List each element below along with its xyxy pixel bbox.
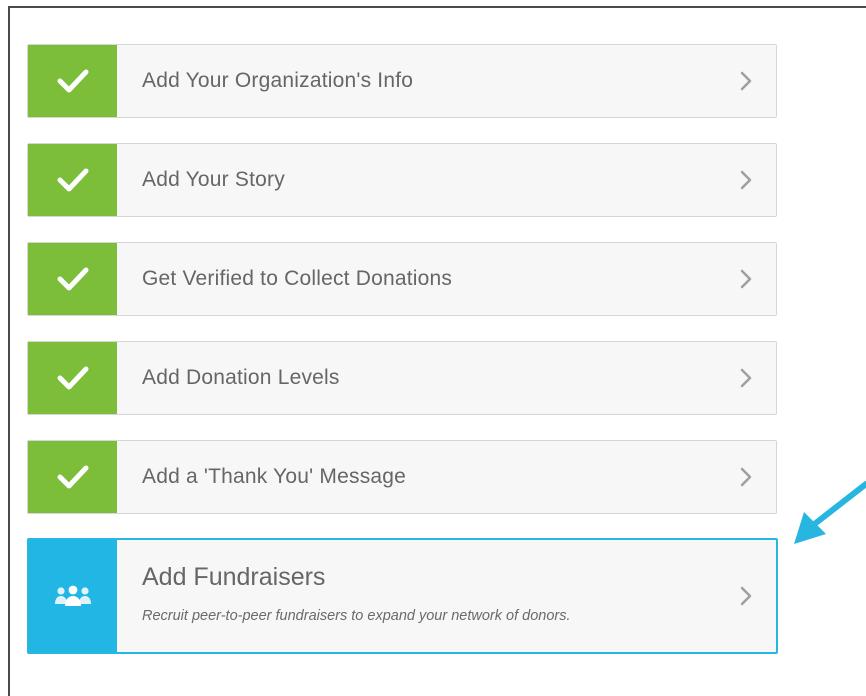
chevron-right-icon [716,243,776,315]
check-icon [57,267,88,291]
step-description: Recruit peer-to-peer fundraisers to expa… [142,607,571,624]
step-get-verified[interactable]: Get Verified to Collect Donations [27,242,777,316]
step-label: Add Donation Levels [142,366,340,389]
step-organization-info[interactable]: Add Your Organization's Info [27,44,777,118]
step-donation-levels[interactable]: Add Donation Levels [27,341,777,415]
step-label: Add Your Story [142,168,285,191]
step-complete-badge [28,45,117,117]
chevron-right-icon [716,144,776,216]
pointer-arrow-icon [794,481,866,544]
check-icon [57,366,88,390]
step-complete-badge [28,441,117,513]
step-title: Add Fundraisers [142,562,326,591]
step-complete-badge [28,144,117,216]
chevron-right-icon [716,45,776,117]
step-active-badge [29,540,117,652]
people-group-icon [55,585,91,606]
check-icon [57,69,88,93]
step-complete-badge [28,243,117,315]
step-thank-you-message[interactable]: Add a 'Thank You' Message [27,440,777,514]
step-label: Add Your Organization's Info [142,69,414,92]
check-icon [57,168,88,192]
step-label: Get Verified to Collect Donations [142,267,453,290]
step-text: Add Fundraisers Recruit peer-to-peer fun… [117,540,716,652]
step-story[interactable]: Add Your Story [27,143,777,217]
check-icon [57,465,88,489]
step-add-fundraisers[interactable]: Add Fundraisers Recruit peer-to-peer fun… [27,538,778,654]
step-label: Add a 'Thank You' Message [142,465,407,488]
chevron-right-icon [716,441,776,513]
chevron-right-icon [716,540,776,652]
chevron-right-icon [716,342,776,414]
step-complete-badge [28,342,117,414]
